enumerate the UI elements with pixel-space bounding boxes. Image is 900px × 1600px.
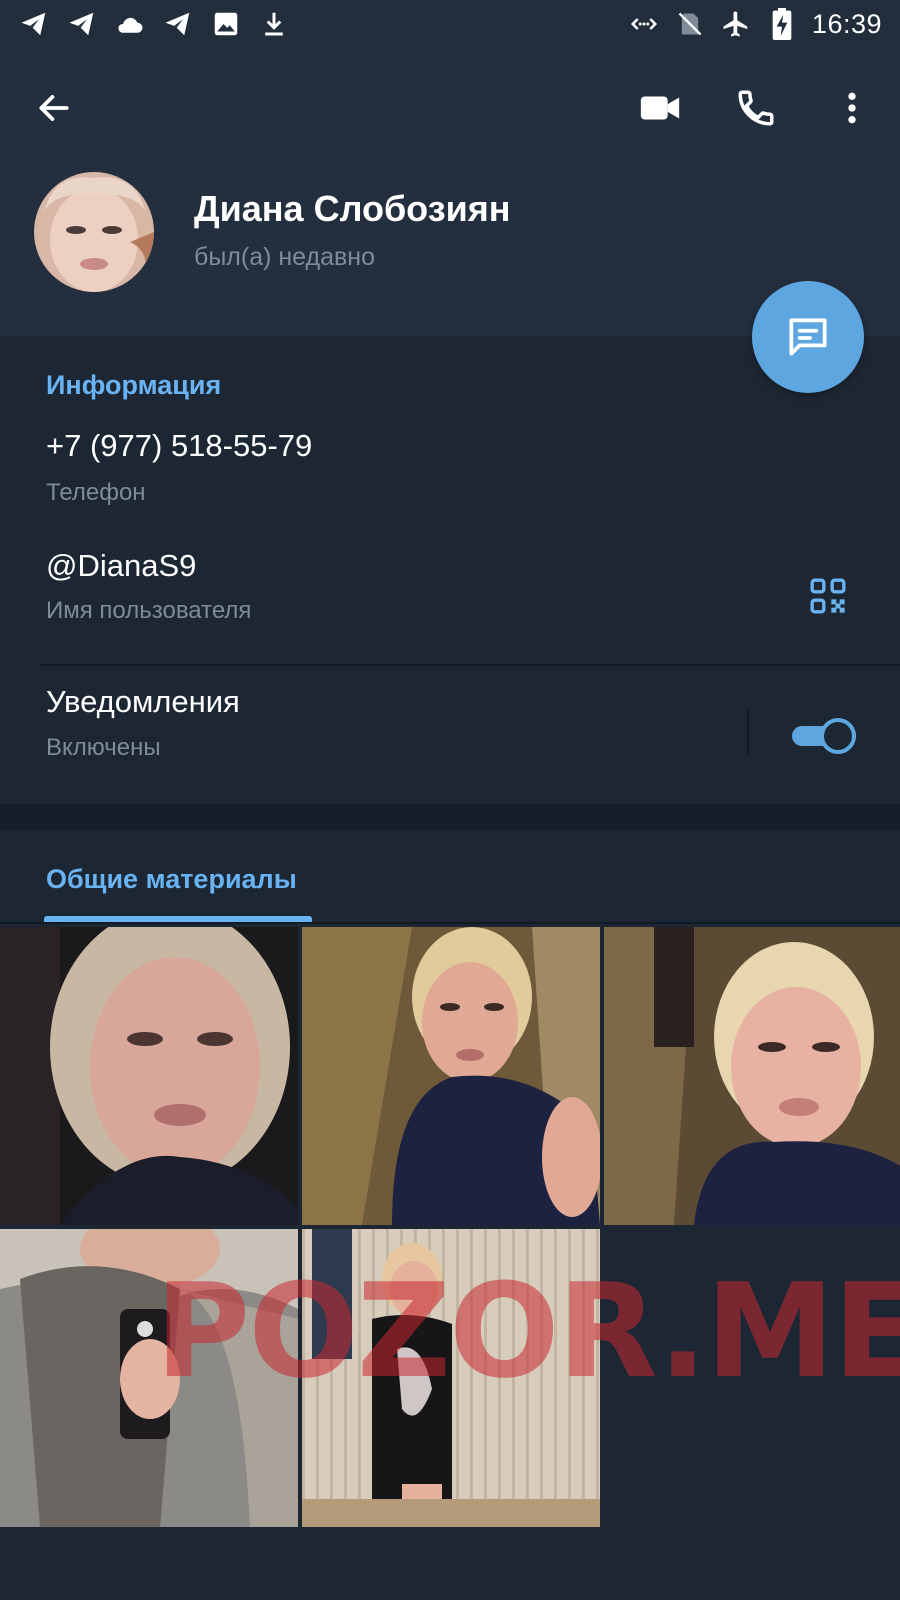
status-time: 16:39 bbox=[811, 8, 882, 39]
phone-icon bbox=[738, 90, 774, 126]
notifications-value: Уведомления bbox=[46, 684, 240, 719]
phone-value: +7 (977) 518-55-79 bbox=[46, 428, 313, 463]
more-vert-icon bbox=[848, 92, 856, 124]
avatar[interactable] bbox=[34, 172, 154, 292]
toggle-knob bbox=[820, 718, 856, 754]
back-button[interactable] bbox=[26, 80, 82, 136]
media-thumbnail[interactable] bbox=[302, 927, 600, 1225]
tab-shared-media[interactable]: Общие материалы bbox=[46, 864, 297, 895]
info-section: Информация +7 (977) 518-55-79 Телефон @D… bbox=[0, 336, 900, 804]
profile-name: Диана Слобозиян bbox=[194, 188, 511, 229]
airplane-icon bbox=[720, 8, 752, 40]
watermark: POZOR.ME bbox=[155, 1255, 900, 1407]
arrow-left-icon bbox=[39, 95, 69, 121]
username-label: Имя пользователя bbox=[46, 597, 252, 624]
telegram-icon bbox=[66, 8, 98, 40]
vertical-divider bbox=[747, 710, 749, 756]
profile-status: был(а) недавно bbox=[194, 243, 376, 271]
video-call-button[interactable] bbox=[632, 80, 688, 136]
more-options-button[interactable] bbox=[824, 80, 880, 136]
profile-header: Диана Слобозиян был(а) недавно bbox=[0, 52, 900, 336]
image-icon bbox=[210, 8, 242, 40]
media-section: Общие материалы bbox=[0, 830, 900, 1600]
send-message-button[interactable] bbox=[752, 281, 864, 393]
divider bbox=[40, 664, 900, 666]
phone-label: Телефон bbox=[46, 479, 146, 506]
username-value: @DianaS9 bbox=[46, 548, 197, 583]
status-bar: 16:39 bbox=[0, 0, 900, 52]
media-thumbnail[interactable] bbox=[604, 927, 900, 1225]
video-call-icon bbox=[640, 96, 680, 120]
cloud-icon bbox=[114, 8, 146, 40]
message-icon bbox=[789, 318, 827, 356]
notifications-label: Включены bbox=[46, 734, 161, 761]
telegram-icon bbox=[162, 8, 194, 40]
no-sim-icon bbox=[674, 8, 706, 40]
notifications-toggle[interactable] bbox=[790, 716, 858, 756]
qr-code-button[interactable] bbox=[800, 568, 856, 624]
telegram-icon bbox=[18, 8, 50, 40]
qr-code-icon bbox=[810, 578, 846, 614]
download-icon bbox=[258, 8, 290, 40]
media-thumbnail[interactable] bbox=[0, 927, 298, 1225]
battery-charging-icon bbox=[766, 8, 798, 40]
tab-divider bbox=[0, 922, 900, 924]
section-separator bbox=[0, 804, 900, 830]
code-icon bbox=[628, 8, 660, 40]
info-section-title: Информация bbox=[46, 370, 222, 400]
call-button[interactable] bbox=[728, 80, 784, 136]
